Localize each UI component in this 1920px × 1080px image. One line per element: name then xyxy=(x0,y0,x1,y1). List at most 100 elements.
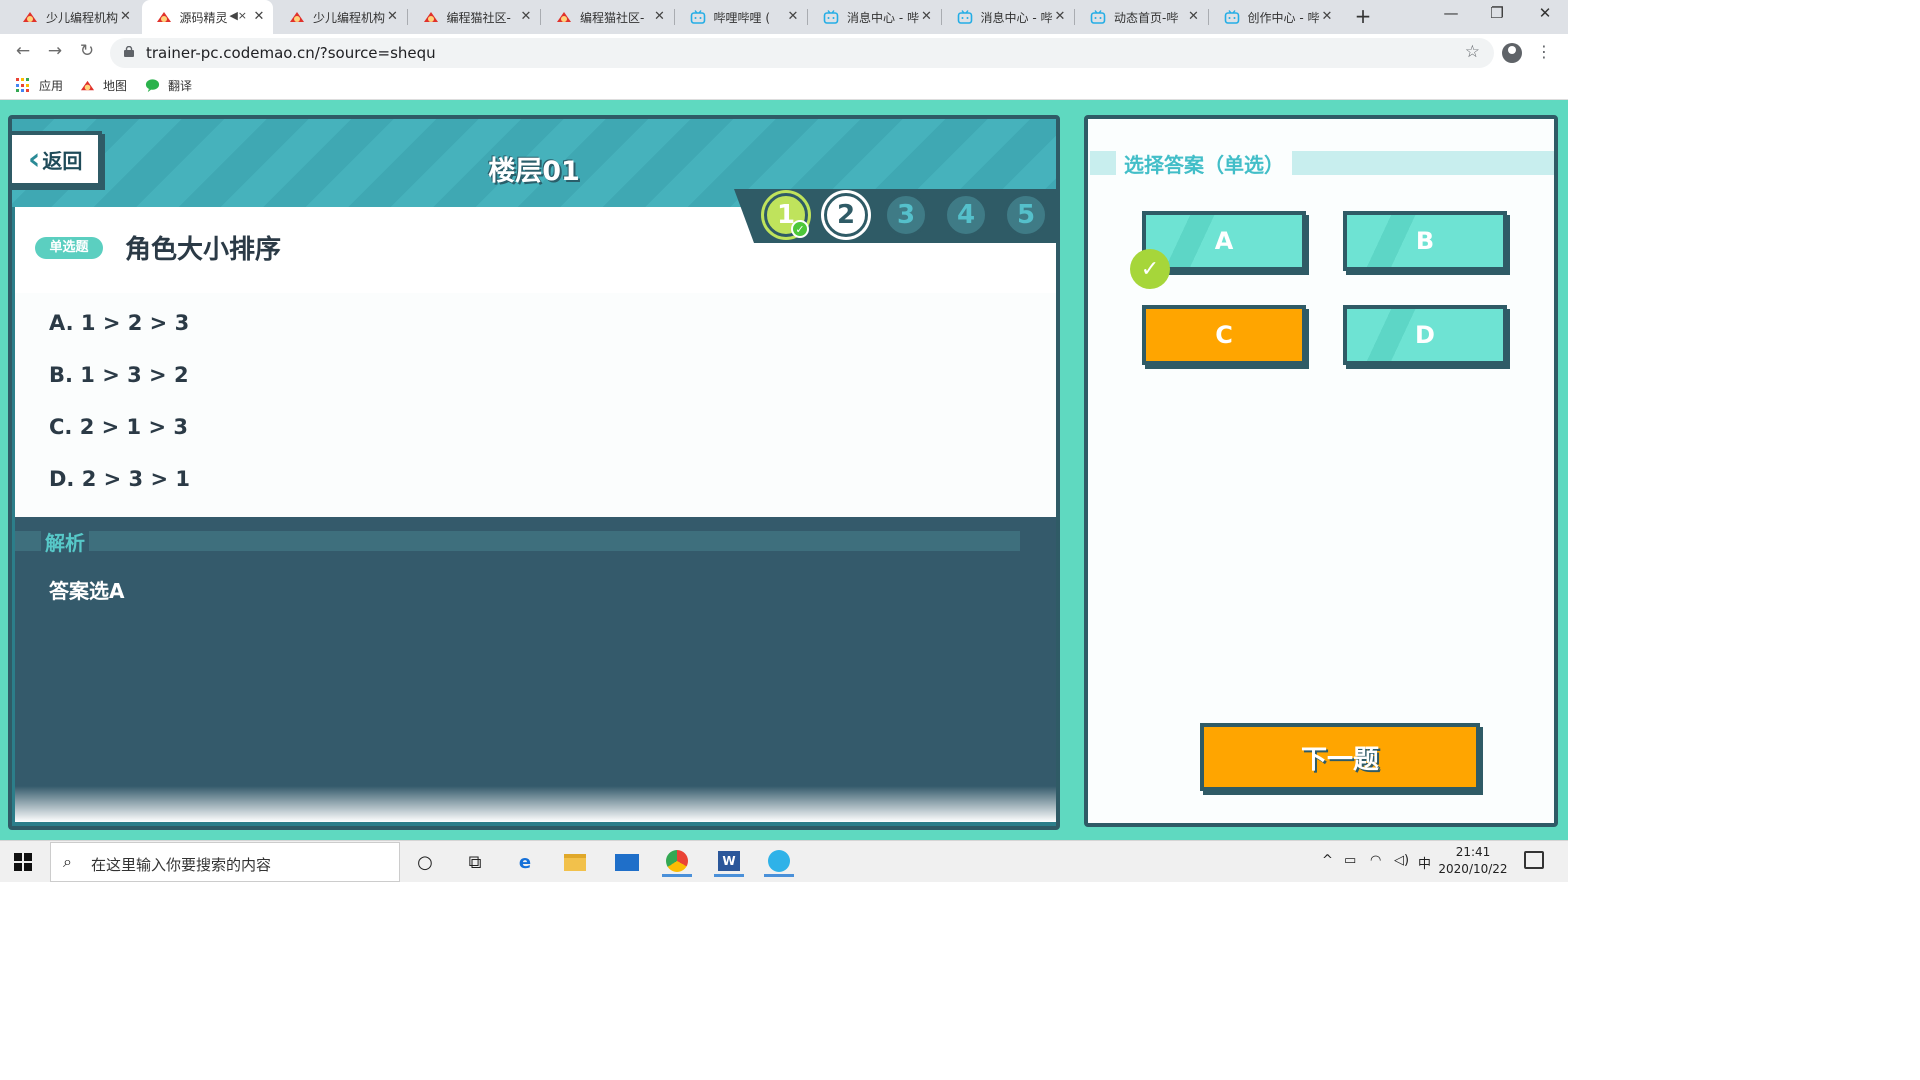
question-area: 单选题 角色大小排序 A. 1 > 2 > 3 B. 1 > 3 > 2 C. … xyxy=(15,207,1056,517)
step-4[interactable]: 4 xyxy=(944,193,988,237)
omnibox[interactable]: trainer-pc.codemao.cn/?source=shequ ☆ xyxy=(110,38,1494,68)
codemao-icon xyxy=(556,9,572,25)
task-view-icon[interactable]: ⧉ xyxy=(460,847,490,877)
address-bar: ← → ↻ trainer-pc.codemao.cn/?source=sheq… xyxy=(0,34,1568,72)
notification-icon[interactable] xyxy=(1524,851,1544,869)
mail-icon[interactable] xyxy=(612,847,642,877)
close-tab-icon[interactable]: ✕ xyxy=(251,9,267,24)
answer-panel-title: 选择答案（单选） xyxy=(1116,149,1292,178)
answer-panel: 选择答案（单选） A B C D ✓ 下一题 xyxy=(1084,115,1558,827)
bookmark-star-icon[interactable]: ☆ xyxy=(1465,42,1480,62)
bilibili-icon xyxy=(823,9,839,25)
word-icon[interactable]: W xyxy=(714,847,744,877)
wifi-icon[interactable]: ◠ xyxy=(1370,853,1381,868)
bilibili-icon xyxy=(690,9,706,25)
analysis-text: 答案选A xyxy=(49,579,125,603)
tab-separator xyxy=(406,9,408,25)
browser-tab-title: 少儿编程机构 xyxy=(313,10,385,25)
close-tab-icon[interactable]: ✕ xyxy=(785,9,801,24)
analysis-section: 解析 答案选A xyxy=(15,517,1056,822)
browser-tab-7[interactable]: 消息中心 - 哔 ✕ xyxy=(809,0,941,34)
account-avatar-icon[interactable] xyxy=(1502,43,1522,63)
browser-tab-6[interactable]: 哔哩哔哩 (✕ xyxy=(676,0,808,34)
step-2[interactable]: 2 xyxy=(824,193,868,237)
close-window-button[interactable]: ✕ xyxy=(1530,4,1560,22)
correct-check-icon: ✓ xyxy=(1130,249,1170,289)
cortana-icon[interactable]: ○ xyxy=(410,847,440,877)
bookmark-apps[interactable]: 应用 xyxy=(16,77,63,94)
option-d: D. 2 > 3 > 1 xyxy=(49,467,190,491)
question-type-badge: 单选题 xyxy=(35,237,103,259)
tab-separator xyxy=(1074,9,1075,25)
bookmarks-bar: 应用 地图 翻译 xyxy=(0,72,1568,100)
file-explorer-icon[interactable] xyxy=(560,847,590,877)
taskbar-search-placeholder: 在这里输入你要搜索的内容 xyxy=(91,856,272,874)
close-tab-icon[interactable]: ✕ xyxy=(652,9,668,24)
chrome-icon[interactable] xyxy=(662,847,692,877)
codemao-icon xyxy=(289,9,305,25)
forward-nav-icon[interactable]: → xyxy=(44,41,66,61)
tab-separator xyxy=(940,9,942,25)
step-3[interactable]: 3 xyxy=(884,193,928,237)
remote-app-icon[interactable] xyxy=(764,847,794,877)
browser-tab-strip: 少儿编程机构 ✕ 源码精灵 ◀× ✕ 少儿编程机构 ✕ 编程猫社区- ✕ 编程猫社区- ✕ 哔哩哔哩 … xyxy=(0,0,1568,34)
windows-taskbar: ⌕ 在这里输入你要搜索的内容 ○ ⧉ e W ^ ▭ ◠ ◁) 中 21:41 … xyxy=(0,840,1568,882)
step-5[interactable]: 5 xyxy=(1004,193,1048,237)
close-tab-icon[interactable]: ✕ xyxy=(1052,9,1068,24)
battery-icon[interactable]: ▭ xyxy=(1344,853,1356,868)
reload-icon[interactable]: ↻ xyxy=(76,41,98,61)
option-b: B. 1 > 3 > 2 xyxy=(49,363,189,387)
back-button[interactable]: ‹ 返回 xyxy=(12,131,102,187)
browser-tab-9[interactable]: 动态首页-哔 ✕ xyxy=(1076,0,1208,34)
translate-icon xyxy=(145,79,160,93)
answer-b-button[interactable]: B xyxy=(1343,211,1507,271)
chrome-menu-icon[interactable]: ⋮ xyxy=(1536,42,1552,62)
tab-separator xyxy=(540,9,541,25)
answer-c-button[interactable]: C xyxy=(1142,305,1306,365)
edge-icon[interactable]: e xyxy=(510,847,540,877)
bookmark-map[interactable]: 地图 xyxy=(80,77,127,94)
option-a: A. 1 > 2 > 3 xyxy=(49,311,190,335)
taskbar-search-box[interactable]: ⌕ 在这里输入你要搜索的内容 xyxy=(50,842,400,882)
next-question-button[interactable]: 下一题 xyxy=(1200,723,1480,791)
taskbar-clock[interactable]: 21:41 2020/10/22 xyxy=(1436,844,1510,878)
floor-title: 楼层01 xyxy=(488,156,580,187)
close-tab-icon[interactable]: ✕ xyxy=(385,9,401,24)
browser-tab-5[interactable]: 编程猫社区- ✕ xyxy=(542,0,674,34)
bilibili-icon xyxy=(1090,9,1106,25)
url-text: trainer-pc.codemao.cn/?source=shequ xyxy=(146,44,436,62)
browser-tab-8[interactable]: 消息中心 - 哔 ✕ xyxy=(943,0,1075,34)
quiz-page: 楼层01 ‹ 返回 单选题 角色大小排序 A. 1 > 2 > 3 B. 1 >… xyxy=(0,100,1568,840)
windows-start-icon[interactable] xyxy=(14,853,32,871)
browser-tab-title: 创作中心 - 哔 xyxy=(1247,10,1320,25)
step-1[interactable]: 1 ✓ xyxy=(764,193,809,238)
apps-grid-icon xyxy=(16,78,31,93)
minimize-button[interactable]: — xyxy=(1436,4,1466,22)
new-tab-button[interactable]: + xyxy=(1352,4,1374,28)
back-nav-icon[interactable]: ← xyxy=(12,41,34,61)
close-tab-icon[interactable]: ✕ xyxy=(919,9,935,24)
volume-icon[interactable]: ◁) xyxy=(1394,853,1409,868)
question-panel: 楼层01 ‹ 返回 单选题 角色大小排序 A. 1 > 2 > 3 B. 1 >… xyxy=(8,115,1060,830)
maximize-button[interactable]: ❐ xyxy=(1482,4,1512,22)
close-tab-icon[interactable]: ✕ xyxy=(118,9,134,24)
browser-tab-3[interactable]: 少儿编程机构 ✕ xyxy=(275,0,407,34)
browser-tab-1[interactable]: 少儿编程机构 ✕ xyxy=(8,0,140,34)
tray-overflow-icon[interactable]: ^ xyxy=(1322,853,1333,868)
analysis-title-bar xyxy=(15,531,1020,551)
bilibili-icon xyxy=(1224,9,1240,25)
close-tab-icon[interactable]: ✕ xyxy=(518,9,534,24)
search-icon: ⌕ xyxy=(63,852,72,871)
tab-separator xyxy=(673,9,675,25)
ime-indicator[interactable]: 中 xyxy=(1418,853,1431,872)
answer-d-button[interactable]: D xyxy=(1343,305,1507,365)
check-icon: ✓ xyxy=(791,220,809,238)
muted-speaker-icon[interactable]: ◀× xyxy=(229,9,247,22)
browser-tab-2[interactable]: 源码精灵 ◀× ✕ xyxy=(141,0,273,34)
close-tab-icon[interactable]: ✕ xyxy=(1186,9,1202,24)
codemao-icon xyxy=(80,80,95,91)
browser-tab-4[interactable]: 编程猫社区- ✕ xyxy=(409,0,541,34)
bookmark-translate[interactable]: 翻译 xyxy=(145,77,192,94)
close-tab-icon[interactable]: ✕ xyxy=(1319,9,1335,24)
browser-tab-10[interactable]: 创作中心 - 哔 ✕ xyxy=(1210,0,1342,34)
